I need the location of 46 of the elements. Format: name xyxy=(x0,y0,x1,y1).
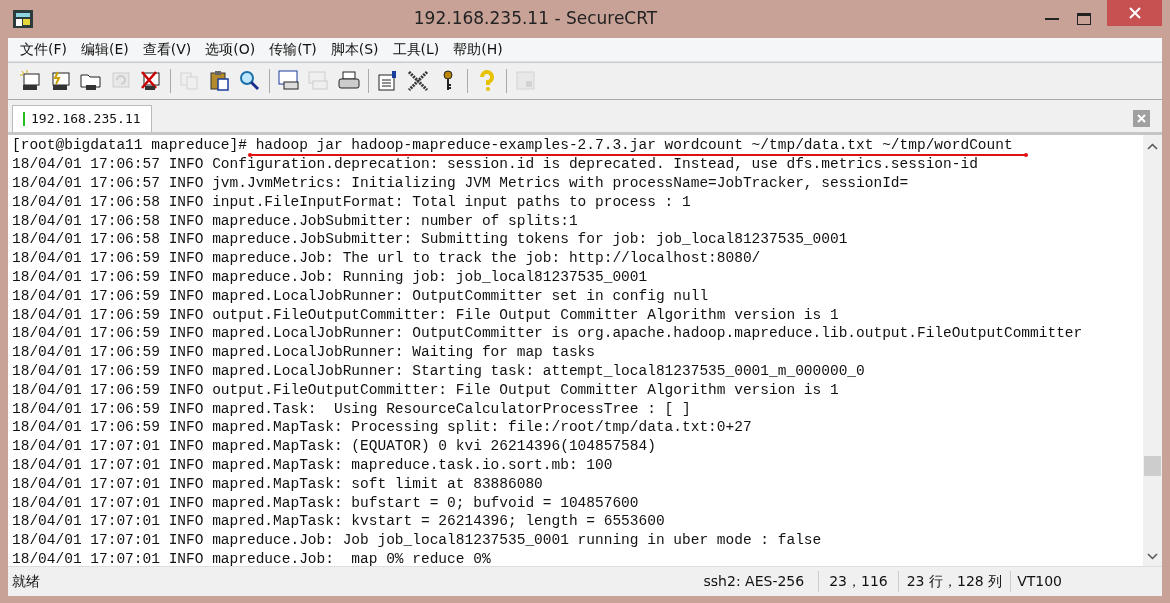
scroll-up-icon[interactable] xyxy=(1147,143,1158,150)
app-icon xyxy=(12,9,34,29)
terminal-line: 18/04/01 17:06:59 INFO mapreduce.Job: Running job: job_local81237535_0001 xyxy=(12,269,648,284)
terminal-line: 18/04/01 17:06:58 INFO input.FileInputFormat: Total input paths to process : 1 xyxy=(12,194,691,209)
menu-item[interactable]: 工具(L) xyxy=(386,38,446,61)
close-button[interactable] xyxy=(1107,0,1162,26)
terminal-line: 18/04/01 17:06:57 INFO Configuration.deprecation: session.id is deprecated. Instead, use dfs.metrics.session-id xyxy=(12,157,978,172)
session-tab[interactable]: 192.168.235.11 xyxy=(12,105,152,132)
cursor-position: 23，116 xyxy=(819,571,899,592)
terminal-line: 18/04/01 17:06:59 INFO mapreduce.Job: The url to track the job: http://localhost:8080/ xyxy=(12,251,761,266)
terminal-size: 23 行，128 列 xyxy=(898,571,1012,592)
window-title: 192.168.235.11 - SecureCRT xyxy=(413,8,658,29)
close-icon xyxy=(1128,7,1141,19)
vertical-scrollbar[interactable] xyxy=(1143,135,1162,566)
status-message: 就绪 xyxy=(11,572,40,591)
terminal-line: 18/04/01 17:07:01 INFO mapred.MapTask: (EQUATOR) 0 kvi 26214396(104857584) xyxy=(12,439,656,454)
terminal-line: 18/04/01 17:07:01 INFO mapred.MapTask: mapreduce.task.io.sort.mb: 100 xyxy=(12,457,613,472)
terminal-line: 18/04/01 17:06:59 INFO mapred.MapTask: Processing split: file:/root/tmp/data.txt:0+27 xyxy=(12,420,752,435)
terminal-line: 18/04/01 17:07:01 INFO mapreduce.Job: map 0% reduce 0% xyxy=(12,551,491,566)
terminal-line: 18/04/01 17:06:59 INFO mapred.Task: Using ResourceCalculatorProcessTree : [ ] xyxy=(12,401,691,416)
terminal-type: VT100 xyxy=(1016,572,1063,591)
terminal-line: 18/04/01 17:07:01 INFO mapred.MapTask: soft limit at 83886080 xyxy=(12,476,543,491)
terminal-line: 18/04/01 17:07:01 INFO mapred.MapTask: bufstart = 0; bufvoid = 104857600 xyxy=(12,495,639,510)
terminal-line: 18/04/01 17:06:58 INFO mapreduce.JobSubmitter: number of splits:1 xyxy=(12,213,578,228)
terminal-line: [root@bigdata11 mapreduce]# hadoop jar hadoop-mapreduce-examples-2.7.3.jar wordcount ~/tmp/data.txt ~/tmp/wordCount xyxy=(12,138,1013,153)
menu-item[interactable]: 传输(T) xyxy=(263,38,323,61)
scroll-down-icon[interactable] xyxy=(1147,553,1158,560)
encryption-status: ssh2: AES-256 xyxy=(703,571,820,592)
terminal-line: 18/04/01 17:06:59 INFO output.FileOutputCommitter: File Output Committer Algorithm version is 1 xyxy=(12,382,839,397)
terminal-line: 18/04/01 17:06:59 INFO mapred.LocalJobRunner: Starting task: attempt_local81237535_0001_m_000000_0 xyxy=(12,363,865,378)
menu-item[interactable]: 帮助(H) xyxy=(447,38,509,61)
terminal-line: 18/04/01 17:06:59 INFO mapred.LocalJobRunner: Waiting for map tasks xyxy=(12,345,595,360)
terminal-line: 18/04/01 17:07:01 INFO mapred.MapTask: kvstart = 26214396; length = 6553600 xyxy=(12,514,665,529)
terminal-line: 18/04/01 17:06:57 INFO jvm.JvmMetrics: Initializing JVM Metrics with processName=JobTracker, sessionId= xyxy=(12,176,909,190)
menu-item[interactable]: 查看(V) xyxy=(136,38,198,61)
terminal-line: 18/04/01 17:06:58 INFO mapreduce.JobSubmitter: Submitting tokens for job: job_local81237535_0001 xyxy=(12,232,848,247)
scrollbar-thumb[interactable] xyxy=(1144,456,1161,476)
menu-item[interactable]: 脚本(S) xyxy=(324,38,385,61)
close-tab-icon[interactable] xyxy=(1133,110,1150,127)
terminal-line: 18/04/01 17:06:59 INFO mapred.LocalJobRunner: OutputCommitter is org.apache.hadoop.mapreduce.lib.output.FileOutputCommitter xyxy=(12,326,1083,341)
terminal-line: 18/04/01 17:06:59 INFO mapred.LocalJobRunner: OutputCommitter set in config null xyxy=(12,288,709,303)
terminal-line: 18/04/01 17:07:01 INFO mapreduce.Job: Job job_local81237535_0001 running in uber mode : false xyxy=(12,533,822,548)
menu-item[interactable]: 文件(F) xyxy=(14,38,73,61)
menu-item[interactable]: 选项(O) xyxy=(199,38,262,61)
terminal-line: 18/04/01 17:06:59 INFO output.FileOutputCommitter: File Output Committer Algorithm version is 1 xyxy=(12,307,839,322)
menu-item[interactable]: 编辑(E) xyxy=(75,38,135,61)
